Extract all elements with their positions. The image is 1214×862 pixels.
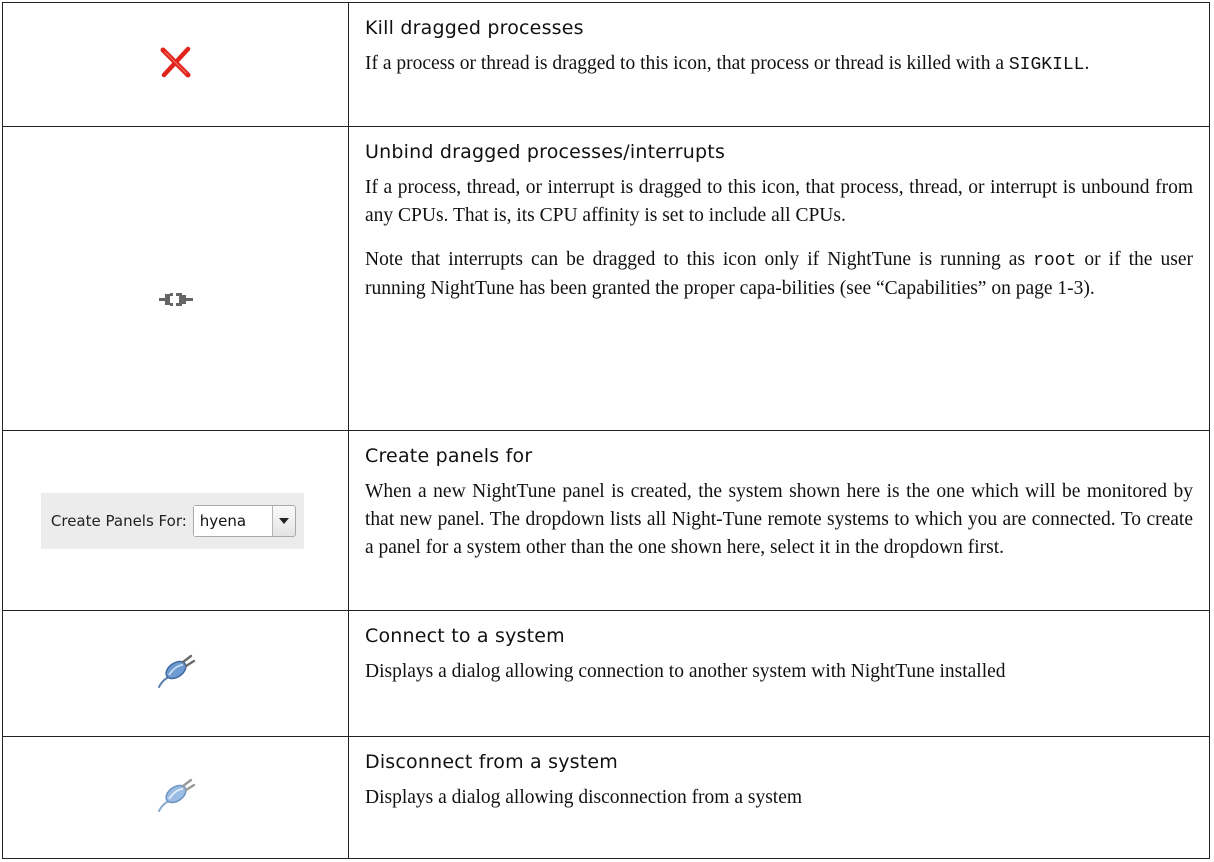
chevron-down-icon[interactable] [273, 506, 295, 536]
row-title: Connect to a system [365, 625, 565, 647]
disconnect-plug-icon[interactable] [156, 777, 196, 818]
create-panels-label: Create Panels For: [50, 511, 187, 530]
row-title: Disconnect from a system [365, 751, 619, 773]
unbind-plug-icon[interactable] [158, 291, 193, 314]
text-span: Note that interrupts can be dragged to t… [365, 249, 1034, 270]
icon-cell [2, 736, 349, 859]
description-cell: Kill dragged processes If a process or t… [348, 2, 1210, 127]
row-text: Displays a dialog allowing connection to… [365, 661, 1006, 682]
row-text: Displays a dialog allowing disconnection… [365, 787, 803, 808]
kill-x-icon[interactable] [159, 45, 193, 84]
row-text: If a process, thread, or interrupt is dr… [365, 177, 1193, 226]
table-row: Create Panels For: hyena Create panels f… [2, 430, 1210, 611]
table-row: Connect to a system Displays a dialog al… [2, 610, 1210, 737]
row-title: Unbind dragged processes/interrupts [365, 141, 726, 163]
code-span: SIGKILL [1008, 55, 1085, 75]
row-title: Create panels for [365, 445, 533, 467]
row-text: When a new NightTune panel is created, t… [365, 481, 1193, 558]
icon-cell [2, 126, 349, 431]
icon-cell [2, 610, 349, 737]
row-text: If a process or thread is dragged to thi… [365, 50, 1193, 79]
description-cell: Create panels for When a new NightTune p… [348, 430, 1210, 611]
code-span: root [1033, 251, 1077, 271]
selected-system-value: hyena [193, 505, 274, 536]
icon-cell: Create Panels For: hyena [2, 430, 349, 611]
table-row: Kill dragged processes If a process or t… [2, 2, 1210, 127]
table-row: Disconnect from a system Displays a dial… [2, 736, 1210, 859]
system-select[interactable]: hyena [192, 504, 297, 537]
row-title: Kill dragged processes [365, 17, 584, 39]
row-text: Note that interrupts can be dragged to t… [365, 246, 1193, 303]
text-span: . [1084, 53, 1090, 74]
description-cell: Unbind dragged processes/interrupts If a… [348, 126, 1210, 431]
text-span: If a process or thread is dragged to thi… [365, 53, 1009, 74]
table-row: Unbind dragged processes/interrupts If a… [2, 126, 1210, 431]
description-cell: Connect to a system Displays a dialog al… [348, 610, 1210, 737]
toolbar-icon-reference-table: Kill dragged processes If a process or t… [2, 2, 1210, 859]
connect-plug-icon[interactable] [156, 653, 196, 694]
description-cell: Disconnect from a system Displays a dial… [348, 736, 1210, 859]
create-panels-for-dropdown: Create Panels For: hyena [40, 492, 305, 549]
icon-cell [2, 2, 349, 127]
